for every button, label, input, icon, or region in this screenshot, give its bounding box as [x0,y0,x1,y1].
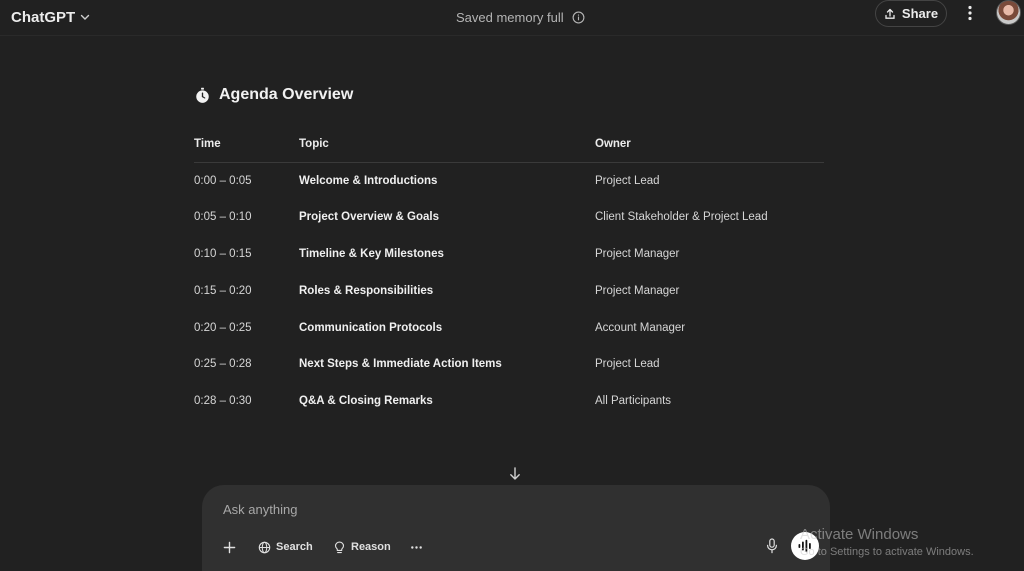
row-owner: All Participants [595,395,672,408]
more-tools-button[interactable] [410,537,423,557]
table-row: 0:10 – 0:15 Timeline & Key Milestones Pr… [194,236,824,273]
row-topic: Q&A & Closing Remarks [299,395,433,408]
avatar[interactable] [996,0,1021,25]
model-selector[interactable]: ChatGPT [11,5,91,29]
row-time: 0:10 – 0:15 [194,247,252,260]
voice-mode-icon [798,539,811,553]
row-topic: Next Steps & Immediate Action Items [299,358,502,371]
dictate-button[interactable] [764,537,780,555]
table-row: 0:25 – 0:28 Next Steps & Immediate Actio… [194,346,824,383]
table-row: 0:28 – 0:30 Q&A & Closing Remarks All Pa… [194,383,824,420]
vertical-dots-icon [968,5,972,21]
share-label: Share [901,6,939,21]
reason-label: Reason [351,541,391,553]
arrow-down-icon [510,467,520,480]
row-time: 0:28 – 0:30 [194,395,252,408]
microphone-icon [767,538,777,554]
search-label: Search [276,541,313,553]
row-topic: Communication Protocols [299,321,443,334]
top-bar: ChatGPT Saved memory full Share [0,0,1024,36]
chevron-down-icon [80,14,90,20]
row-topic: Roles & Responsibilities [299,284,434,297]
row-topic: Project Overview & Goals [299,211,439,224]
reason-button[interactable]: Reason [333,537,391,557]
prompt-input[interactable] [223,499,783,519]
plus-icon [223,541,236,553]
voice-mode-button[interactable] [791,532,819,560]
row-owner: Client Stakeholder & Project Lead [595,211,768,224]
scroll-to-bottom-button[interactable] [507,466,523,482]
share-icon [885,8,895,19]
stopwatch-icon [196,87,209,103]
model-name: ChatGPT [11,8,76,26]
attach-button[interactable] [223,537,236,557]
row-topic: Timeline & Key Milestones [299,247,444,260]
row-time: 0:00 – 0:05 [194,174,252,187]
row-time: 0:05 – 0:10 [194,211,252,224]
row-owner: Project Manager [595,284,680,297]
row-owner: Project Lead [595,174,660,187]
row-owner: Account Manager [595,321,686,334]
memory-status[interactable]: Saved memory full [456,5,585,29]
agenda-title: Agenda Overview [219,86,354,103]
horizontal-dots-icon [411,545,422,549]
table-row: 0:00 – 0:05 Welcome & Introductions Proj… [194,162,824,199]
lightbulb-icon [334,541,345,553]
row-time: 0:20 – 0:25 [194,321,252,334]
search-button[interactable]: Search [258,537,313,557]
table-row: 0:15 – 0:20 Roles & Responsibilities Pro… [194,272,824,309]
row-time: 0:25 – 0:28 [194,358,252,371]
more-options-button[interactable] [960,3,980,23]
share-button[interactable]: Share [875,0,947,27]
info-icon[interactable] [572,11,585,24]
table-header-row: Time Topic Owner [194,126,824,163]
globe-icon [258,541,271,553]
row-owner: Project Manager [595,247,680,260]
column-header-owner: Owner [595,126,824,163]
table-row: 0:05 – 0:10 Project Overview & Goals Cli… [194,199,824,236]
table-row: 0:20 – 0:25 Communication Protocols Acco… [194,309,824,346]
row-owner: Project Lead [595,358,660,371]
row-topic: Welcome & Introductions [299,174,438,187]
column-header-time: Time [194,126,299,163]
memory-status-label: Saved memory full [456,9,564,25]
row-time: 0:15 – 0:20 [194,284,252,297]
agenda-table: Time Topic Owner 0:00 – 0:05 Welcome & I… [194,126,824,420]
composer: Search Reason [202,485,830,571]
column-header-topic: Topic [299,126,595,163]
agenda-heading: Agenda Overview [194,84,353,106]
